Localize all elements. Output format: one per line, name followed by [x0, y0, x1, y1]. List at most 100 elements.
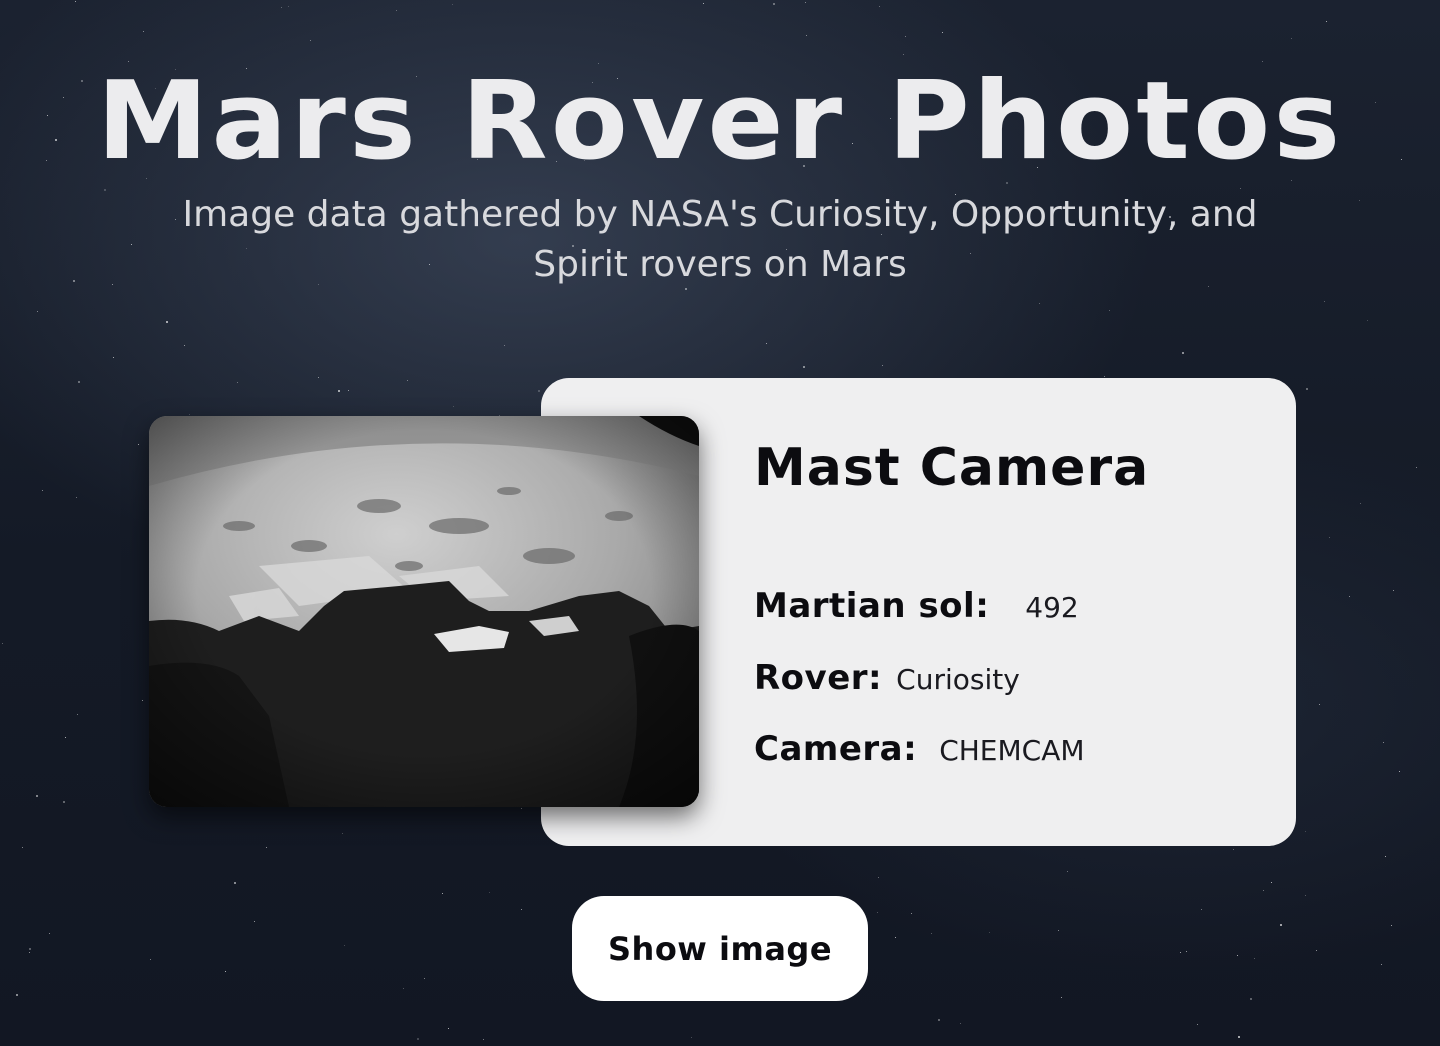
star-dot: [938, 1019, 940, 1021]
star-dot: [1237, 955, 1238, 956]
star-dot: [452, 4, 453, 5]
star-dot: [805, 2, 806, 3]
star-dot: [76, 497, 77, 498]
star-dot: [37, 311, 38, 312]
star-dot: [113, 357, 114, 358]
star-dot: [1250, 998, 1252, 1000]
star-dot: [1201, 909, 1202, 910]
star-dot: [931, 933, 932, 934]
star-dot: [773, 3, 775, 5]
star-dot: [1324, 301, 1325, 302]
star-dot: [281, 7, 282, 8]
star-dot: [911, 913, 912, 914]
star-dot: [1039, 303, 1040, 304]
star-dot: [29, 948, 31, 950]
star-dot: [483, 1039, 484, 1040]
camera-row: Camera: CHEMCAM: [754, 729, 1085, 769]
star-dot: [1197, 1024, 1198, 1025]
star-dot: [403, 988, 404, 989]
star-dot: [1385, 856, 1386, 857]
star-dot: [489, 892, 490, 893]
star-dot: [310, 40, 311, 41]
star-dot: [1186, 951, 1187, 952]
star-dot: [1399, 771, 1400, 772]
sol-label: Martian sol:: [754, 586, 990, 626]
show-image-button[interactable]: Show image: [572, 896, 868, 1001]
star-dot: [703, 3, 704, 4]
star-dot: [1305, 895, 1306, 896]
star-dot: [1329, 537, 1330, 538]
page-title: Mars Rover Photos: [96, 59, 1344, 184]
camera-full-name: Mast Camera: [754, 438, 1150, 498]
star-dot: [878, 877, 879, 878]
star-dot: [424, 978, 425, 979]
sol-row: Martian sol: 492: [754, 586, 1079, 626]
star-dot: [338, 390, 340, 392]
star-dot: [396, 10, 397, 11]
camera-value: CHEMCAM: [939, 734, 1085, 767]
star-dot: [1109, 310, 1110, 311]
star-dot: [112, 284, 113, 285]
star-dot: [75, 1, 76, 2]
camera-label: Camera:: [754, 729, 918, 769]
star-dot: [288, 6, 289, 7]
star-dot: [104, 189, 106, 191]
star-dot: [877, 912, 878, 913]
star-dot: [189, 414, 190, 415]
star-dot: [1383, 742, 1384, 743]
star-dot: [1367, 320, 1368, 321]
star-dot: [766, 343, 767, 344]
star-dot: [175, 219, 176, 220]
star-dot: [1254, 958, 1255, 959]
star-dot: [1291, 38, 1292, 39]
star-dot: [318, 377, 319, 378]
star-dot: [442, 893, 443, 894]
star-dot: [42, 490, 43, 491]
star-dot: [879, 6, 880, 7]
star-dot: [78, 381, 80, 383]
star-dot: [2, 643, 3, 644]
rover-row: Rover: Curiosity: [754, 658, 1020, 698]
star-dot: [131, 244, 132, 245]
star-dot: [691, 1037, 692, 1038]
star-dot: [1233, 849, 1234, 850]
star-dot: [348, 390, 349, 391]
star-dot: [77, 714, 78, 715]
star-dot: [803, 366, 805, 368]
star-dot: [1416, 467, 1417, 468]
star-dot: [1240, 188, 1241, 189]
star-dot: [504, 345, 505, 346]
star-dot: [895, 937, 896, 938]
star-dot: [882, 365, 883, 366]
star-dot: [1182, 352, 1184, 354]
rover-photo-image: [149, 416, 699, 807]
star-dot: [989, 932, 990, 933]
star-dot: [1305, 831, 1306, 832]
star-dot: [1326, 21, 1327, 22]
star-dot: [143, 31, 144, 32]
star-dot: [806, 35, 807, 36]
star-dot: [1067, 871, 1068, 872]
star-dot: [538, 390, 540, 392]
star-dot: [417, 1038, 419, 1040]
star-dot: [138, 444, 139, 445]
star-dot: [1360, 503, 1361, 504]
rover-value: Curiosity: [896, 663, 1020, 696]
star-dot: [142, 700, 143, 701]
page-subtitle: Image data gathered by NASA's Curiosity,…: [182, 194, 1258, 285]
star-dot: [184, 345, 185, 346]
star-dot: [1271, 882, 1272, 883]
star-dot: [266, 847, 267, 848]
star-dot: [407, 380, 408, 381]
star-dot: [1319, 704, 1320, 705]
star-dot: [22, 847, 23, 848]
star-dot: [521, 808, 522, 809]
star-dot: [237, 382, 238, 383]
rover-label: Rover:: [754, 658, 883, 698]
star-dot: [942, 32, 943, 33]
star-dot: [1381, 964, 1382, 965]
star-dot: [903, 54, 904, 55]
star-dot: [1061, 997, 1062, 998]
star-dot: [453, 406, 454, 407]
star-dot: [1316, 950, 1317, 951]
